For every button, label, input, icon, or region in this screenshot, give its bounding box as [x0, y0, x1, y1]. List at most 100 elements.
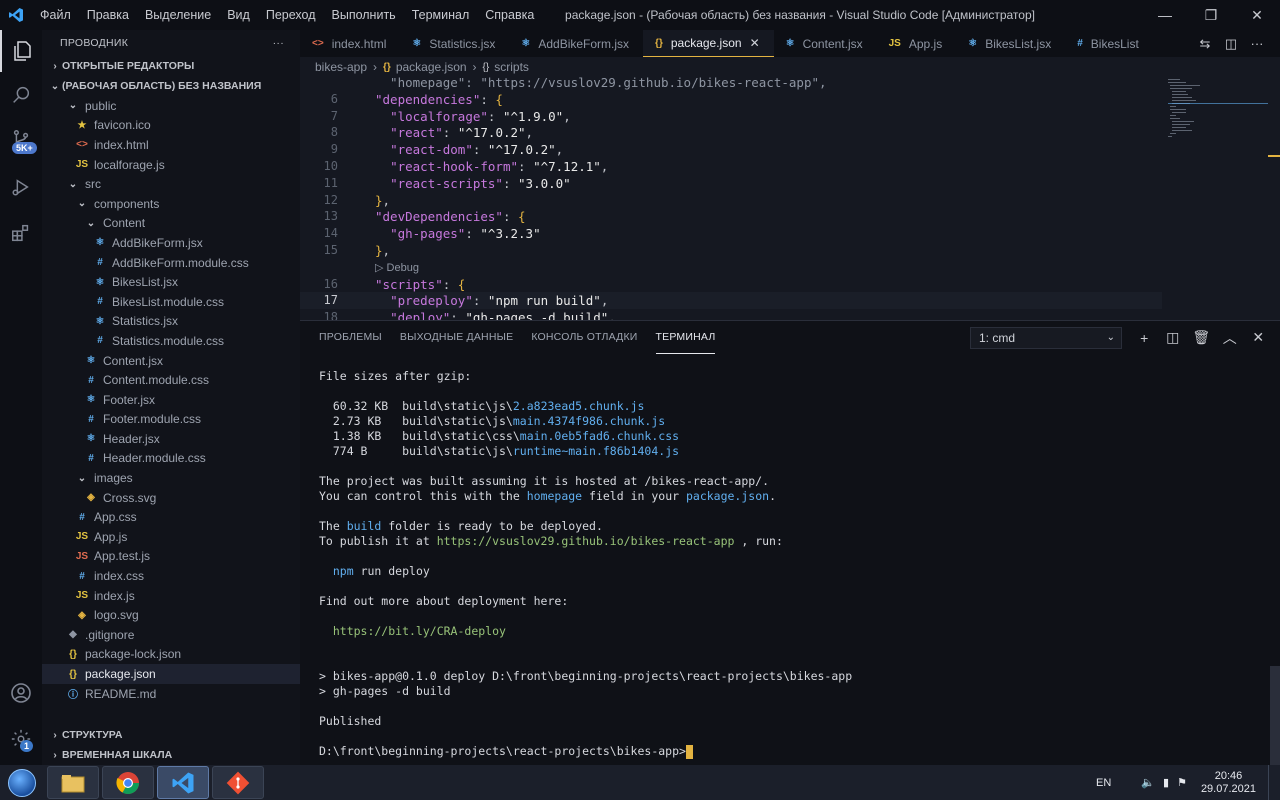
minimap[interactable] [1168, 77, 1268, 320]
tree-file[interactable]: # BikesList.module.css [42, 292, 300, 312]
menu-item[interactable]: Файл [32, 0, 79, 30]
menu-item[interactable]: Выполнить [324, 0, 404, 30]
menu-item[interactable]: Правка [79, 0, 137, 30]
tree-file[interactable]: JS localforage.js [42, 155, 300, 175]
vscode-taskbar-icon[interactable] [157, 766, 209, 799]
terminal-select[interactable]: 1: cmd ⌄ [970, 327, 1122, 349]
file-explorer-taskbar-icon[interactable] [47, 766, 99, 799]
panel-tab[interactable]: КОНСОЛЬ ОТЛАДКИ [531, 321, 637, 354]
tree-file[interactable]: ⚛ Statistics.jsx [42, 312, 300, 332]
menu-item[interactable]: Вид [219, 0, 258, 30]
tree-file[interactable]: # Statistics.module.css [42, 331, 300, 351]
tree-folder[interactable]: ⌄ public [42, 96, 300, 116]
chevron-up-icon[interactable]: ︿ [1216, 328, 1245, 348]
breadcrumb-file[interactable]: package.json [396, 60, 467, 74]
tree-file[interactable]: # App.css [42, 507, 300, 527]
tree-folder[interactable]: ⌄ Content [42, 214, 300, 234]
git-taskbar-icon[interactable] [212, 766, 264, 799]
start-button[interactable] [0, 765, 44, 800]
tree-file[interactable]: ⚛ AddBikeForm.jsx [42, 233, 300, 253]
tab-label: AddBikeForm.jsx [538, 36, 630, 51]
workspace-section[interactable]: ⌄ (РАБОЧАЯ ОБЛАСТЬ) БЕЗ НАЗВАНИЯ [42, 76, 300, 96]
account-icon[interactable] [0, 672, 42, 714]
panel-tab[interactable]: ТЕРМИНАЛ [655, 321, 716, 354]
open-editors-section[interactable]: › ОТКРЫТЫЕ РЕДАКТОРЫ [42, 56, 300, 76]
breadcrumb-folder[interactable]: bikes-app [315, 60, 367, 74]
tree-file[interactable]: # Header.module.css [42, 449, 300, 469]
tree-file[interactable]: ⚛ BikesList.jsx [42, 272, 300, 292]
more-actions-button[interactable]: ··· [273, 37, 284, 49]
explorer-icon[interactable] [0, 30, 42, 72]
tree-file[interactable]: JS index.js [42, 586, 300, 606]
editor-tab[interactable]: <> index.html [300, 30, 400, 57]
flag-icon[interactable]: ⚑ [1177, 776, 1187, 789]
tree-file[interactable]: <> index.html [42, 135, 300, 155]
editor-tab[interactable]: ⚛ Content.jsx [774, 30, 877, 57]
editor-tab[interactable]: {} package.json ✕ [643, 30, 774, 57]
show-desktop-button[interactable] [1268, 765, 1280, 800]
tree-file[interactable]: ⚛ Content.jsx [42, 351, 300, 371]
search-icon[interactable] [0, 74, 42, 116]
split-editor-icon[interactable]: ◫ [1218, 36, 1244, 52]
editor-tab[interactable]: ⚛ AddBikeForm.jsx [509, 30, 643, 57]
panel-tab[interactable]: ПРОБЛЕМЫ [319, 321, 382, 354]
tree-folder[interactable]: ⌄ src [42, 174, 300, 194]
extensions-icon[interactable] [0, 212, 42, 254]
git-file-icon: ◆ [69, 629, 77, 641]
tree-file[interactable]: ★ favicon.ico [42, 116, 300, 136]
terminal-output[interactable]: File sizes after gzip: 60.32 KB build\st… [319, 369, 852, 759]
code-editor[interactable]: "homepage": "https://vsuslov29.github.io… [300, 77, 1280, 320]
tree-file[interactable]: ◈ logo.svg [42, 605, 300, 625]
tree-file[interactable]: # AddBikeForm.module.css [42, 253, 300, 273]
close-tab-icon[interactable]: ✕ [750, 36, 760, 50]
language-indicator[interactable]: EN [1096, 777, 1111, 789]
network-icon[interactable]: ▮ [1163, 776, 1169, 789]
tree-file[interactable]: # Content.module.css [42, 370, 300, 390]
close-window-button[interactable]: ✕ [1234, 0, 1280, 30]
structure-section[interactable]: › СТРУКТУРА [42, 725, 300, 745]
clock[interactable]: 20:46 29.07.2021 [1201, 770, 1256, 796]
tree-file[interactable]: ⚛ Footer.jsx [42, 390, 300, 410]
tree-file[interactable]: {} package-lock.json [42, 645, 300, 665]
tree-item-label: index.js [94, 588, 135, 603]
terminal-scrollbar[interactable] [1270, 666, 1280, 766]
vscode-logo-icon [0, 0, 32, 30]
chrome-taskbar-icon[interactable] [102, 766, 154, 799]
tree-file[interactable]: # Footer.module.css [42, 410, 300, 430]
tree-folder[interactable]: ⌄ components [42, 194, 300, 214]
restore-button[interactable]: ❐ [1188, 0, 1234, 30]
tree-file[interactable]: {} package.json [42, 664, 300, 684]
volume-icon[interactable]: 🔈 [1141, 776, 1155, 789]
tree-file[interactable]: JS App.test.js [42, 547, 300, 567]
tree-file[interactable]: # index.css [42, 566, 300, 586]
tree-folder[interactable]: ⌄ images [42, 468, 300, 488]
panel-tab[interactable]: ВЫХОДНЫЕ ДАННЫЕ [400, 321, 513, 354]
tree-file[interactable]: ◆ .gitignore [42, 625, 300, 645]
editor-tab[interactable]: JS App.js [877, 30, 957, 57]
timeline-section[interactable]: › ВРЕМЕННАЯ ШКАЛА [42, 745, 300, 765]
breadcrumb-node[interactable]: scripts [494, 60, 529, 74]
source-control-icon[interactable]: 5K+ [0, 118, 42, 160]
tree-file[interactable]: ◈ Cross.svg [42, 488, 300, 508]
compare-changes-icon[interactable]: ⇆ [1192, 36, 1218, 52]
split-terminal-icon[interactable]: ◫ [1159, 329, 1188, 346]
new-terminal-icon[interactable]: + [1130, 330, 1159, 346]
tree-file[interactable]: ⚛ Header.jsx [42, 429, 300, 449]
minimize-button[interactable]: — [1142, 0, 1188, 30]
tree-file[interactable]: ⓘ README.md [42, 684, 300, 704]
run-debug-icon[interactable] [0, 166, 42, 208]
editor-tab[interactable]: # BikesList [1065, 30, 1153, 57]
close-panel-icon[interactable]: ✕ [1244, 329, 1273, 346]
settings-gear-icon[interactable]: 1 [0, 718, 42, 760]
editor-tab[interactable]: ⚛ BikesList.jsx [956, 30, 1065, 57]
menu-item[interactable]: Выделение [137, 0, 219, 30]
menu-item[interactable]: Переход [258, 0, 324, 30]
debug-codelens[interactable]: ▷ Debug [375, 261, 419, 274]
tree-file[interactable]: JS App.js [42, 527, 300, 547]
trash-icon[interactable]: 🗑 [1187, 329, 1216, 346]
more-actions-icon[interactable]: ··· [1244, 36, 1270, 51]
editor-tab[interactable]: ⚛ Statistics.jsx [400, 30, 509, 57]
explorer-sidebar: ПРОВОДНИК ··· › ОТКРЫТЫЕ РЕДАКТОРЫ ⌄ (РА… [42, 30, 300, 765]
menu-item[interactable]: Справка [477, 0, 542, 30]
menu-item[interactable]: Терминал [404, 0, 478, 30]
